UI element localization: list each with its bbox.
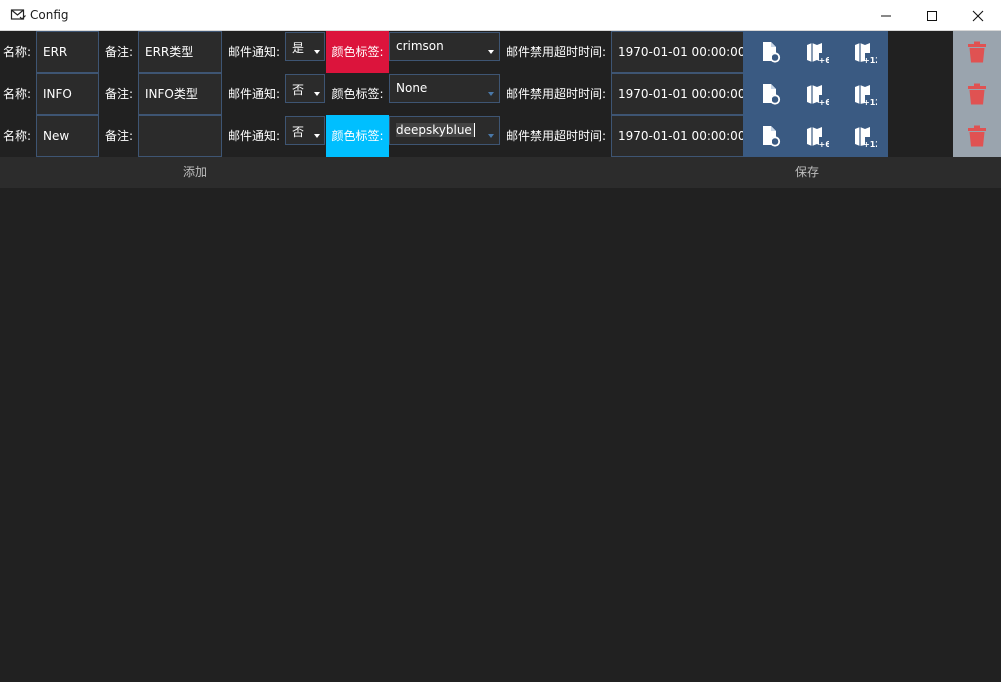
name-label: 名称: (3, 129, 32, 143)
chevron-down-icon (314, 92, 320, 96)
mail-notify-select[interactable]: 是 (285, 32, 325, 61)
remark-field[interactable]: INFO类型 (138, 73, 222, 115)
mail-timeout-field[interactable]: 1970-01-01 00:00:00 (611, 73, 744, 115)
mail-notify-label: 邮件通知: (228, 129, 281, 143)
remark-label: 备注: (105, 129, 134, 143)
trash-icon[interactable] (967, 125, 987, 147)
delete-column (953, 31, 1001, 157)
config-content: 名称: ERR 备注: ERR类型 邮件通知: 是 颜色标签: crimson … (0, 31, 1001, 682)
trash-icon[interactable] (967, 83, 987, 105)
close-icon (972, 10, 984, 22)
map-plus12-icon[interactable]: +12 (853, 82, 877, 106)
name-field[interactable]: INFO (36, 73, 99, 115)
mail-notify-value: 否 (292, 83, 305, 97)
mail-notify-select[interactable]: 否 (285, 116, 325, 145)
color-tag-value: None (396, 81, 428, 95)
window-title: Config (30, 8, 69, 22)
map-plus12-icon[interactable]: +12 (853, 40, 877, 64)
file-reset-icon[interactable] (758, 82, 782, 106)
minimize-button[interactable] (863, 0, 909, 31)
mail-timeout-field[interactable]: 1970-01-01 00:00:00 (611, 31, 744, 73)
color-tag-value: deepskyblue (396, 123, 475, 137)
mail-timeout-field[interactable]: 1970-01-01 00:00:00 (611, 115, 744, 157)
map-plus6-icon[interactable]: +6 (805, 124, 829, 148)
maximize-button[interactable] (909, 0, 955, 31)
map-plus6-icon[interactable]: +6 (805, 40, 829, 64)
file-reset-icon[interactable] (758, 124, 782, 148)
mail-timeout-label: 邮件禁用超时时间: (506, 129, 607, 143)
chevron-down-icon (488, 50, 494, 54)
row-actions-panel: +6 +12 +6 +12 (743, 31, 888, 157)
plus12-label: +12 (863, 56, 877, 64)
name-label: 名称: (3, 45, 32, 59)
mail-notify-select[interactable]: 否 (285, 74, 325, 103)
mail-notify-value: 否 (292, 125, 305, 139)
plus6-label: +6 (819, 140, 830, 148)
chevron-down-icon (488, 134, 494, 138)
plus6-label: +6 (819, 56, 830, 64)
color-tag-value: crimson (396, 39, 444, 53)
trash-icon[interactable] (967, 41, 987, 63)
color-tag-select[interactable]: crimson (389, 32, 500, 61)
remark-field[interactable]: ERR类型 (138, 31, 222, 73)
color-tag-label: 颜色标签: (326, 115, 389, 157)
map-plus6-icon[interactable]: +6 (805, 82, 829, 106)
mail-icon (10, 9, 26, 20)
chevron-down-icon (314, 50, 320, 54)
maximize-icon (927, 11, 937, 21)
chevron-down-icon (488, 92, 494, 96)
minimize-icon (881, 15, 891, 17)
save-button[interactable]: 保存 (612, 157, 1001, 188)
remark-label: 备注: (105, 45, 134, 59)
add-button[interactable]: 添加 (0, 157, 390, 188)
plus6-label: +6 (819, 98, 830, 106)
title-bar: Config (0, 0, 1001, 31)
map-plus12-icon[interactable]: +12 (853, 124, 877, 148)
color-tag-label: 颜色标签: (326, 31, 389, 73)
footer-bar: 添加 保存 (0, 157, 1001, 188)
mail-timeout-label: 邮件禁用超时时间: (506, 87, 607, 101)
color-tag-select[interactable]: deepskyblue (389, 116, 500, 145)
name-field[interactable]: ERR (36, 31, 99, 73)
plus12-label: +12 (863, 98, 877, 106)
name-field[interactable]: New (36, 115, 99, 157)
mail-notify-value: 是 (292, 41, 305, 55)
color-tag-label: 颜色标签: (326, 73, 389, 115)
color-tag-select[interactable]: None (389, 74, 500, 103)
remark-field[interactable] (138, 115, 222, 157)
mail-notify-label: 邮件通知: (228, 45, 281, 59)
plus12-label: +12 (863, 140, 877, 148)
close-button[interactable] (955, 0, 1001, 31)
name-label: 名称: (3, 87, 32, 101)
file-reset-icon[interactable] (758, 40, 782, 64)
mail-notify-label: 邮件通知: (228, 87, 281, 101)
mail-timeout-label: 邮件禁用超时时间: (506, 45, 607, 59)
chevron-down-icon (314, 134, 320, 138)
remark-label: 备注: (105, 87, 134, 101)
